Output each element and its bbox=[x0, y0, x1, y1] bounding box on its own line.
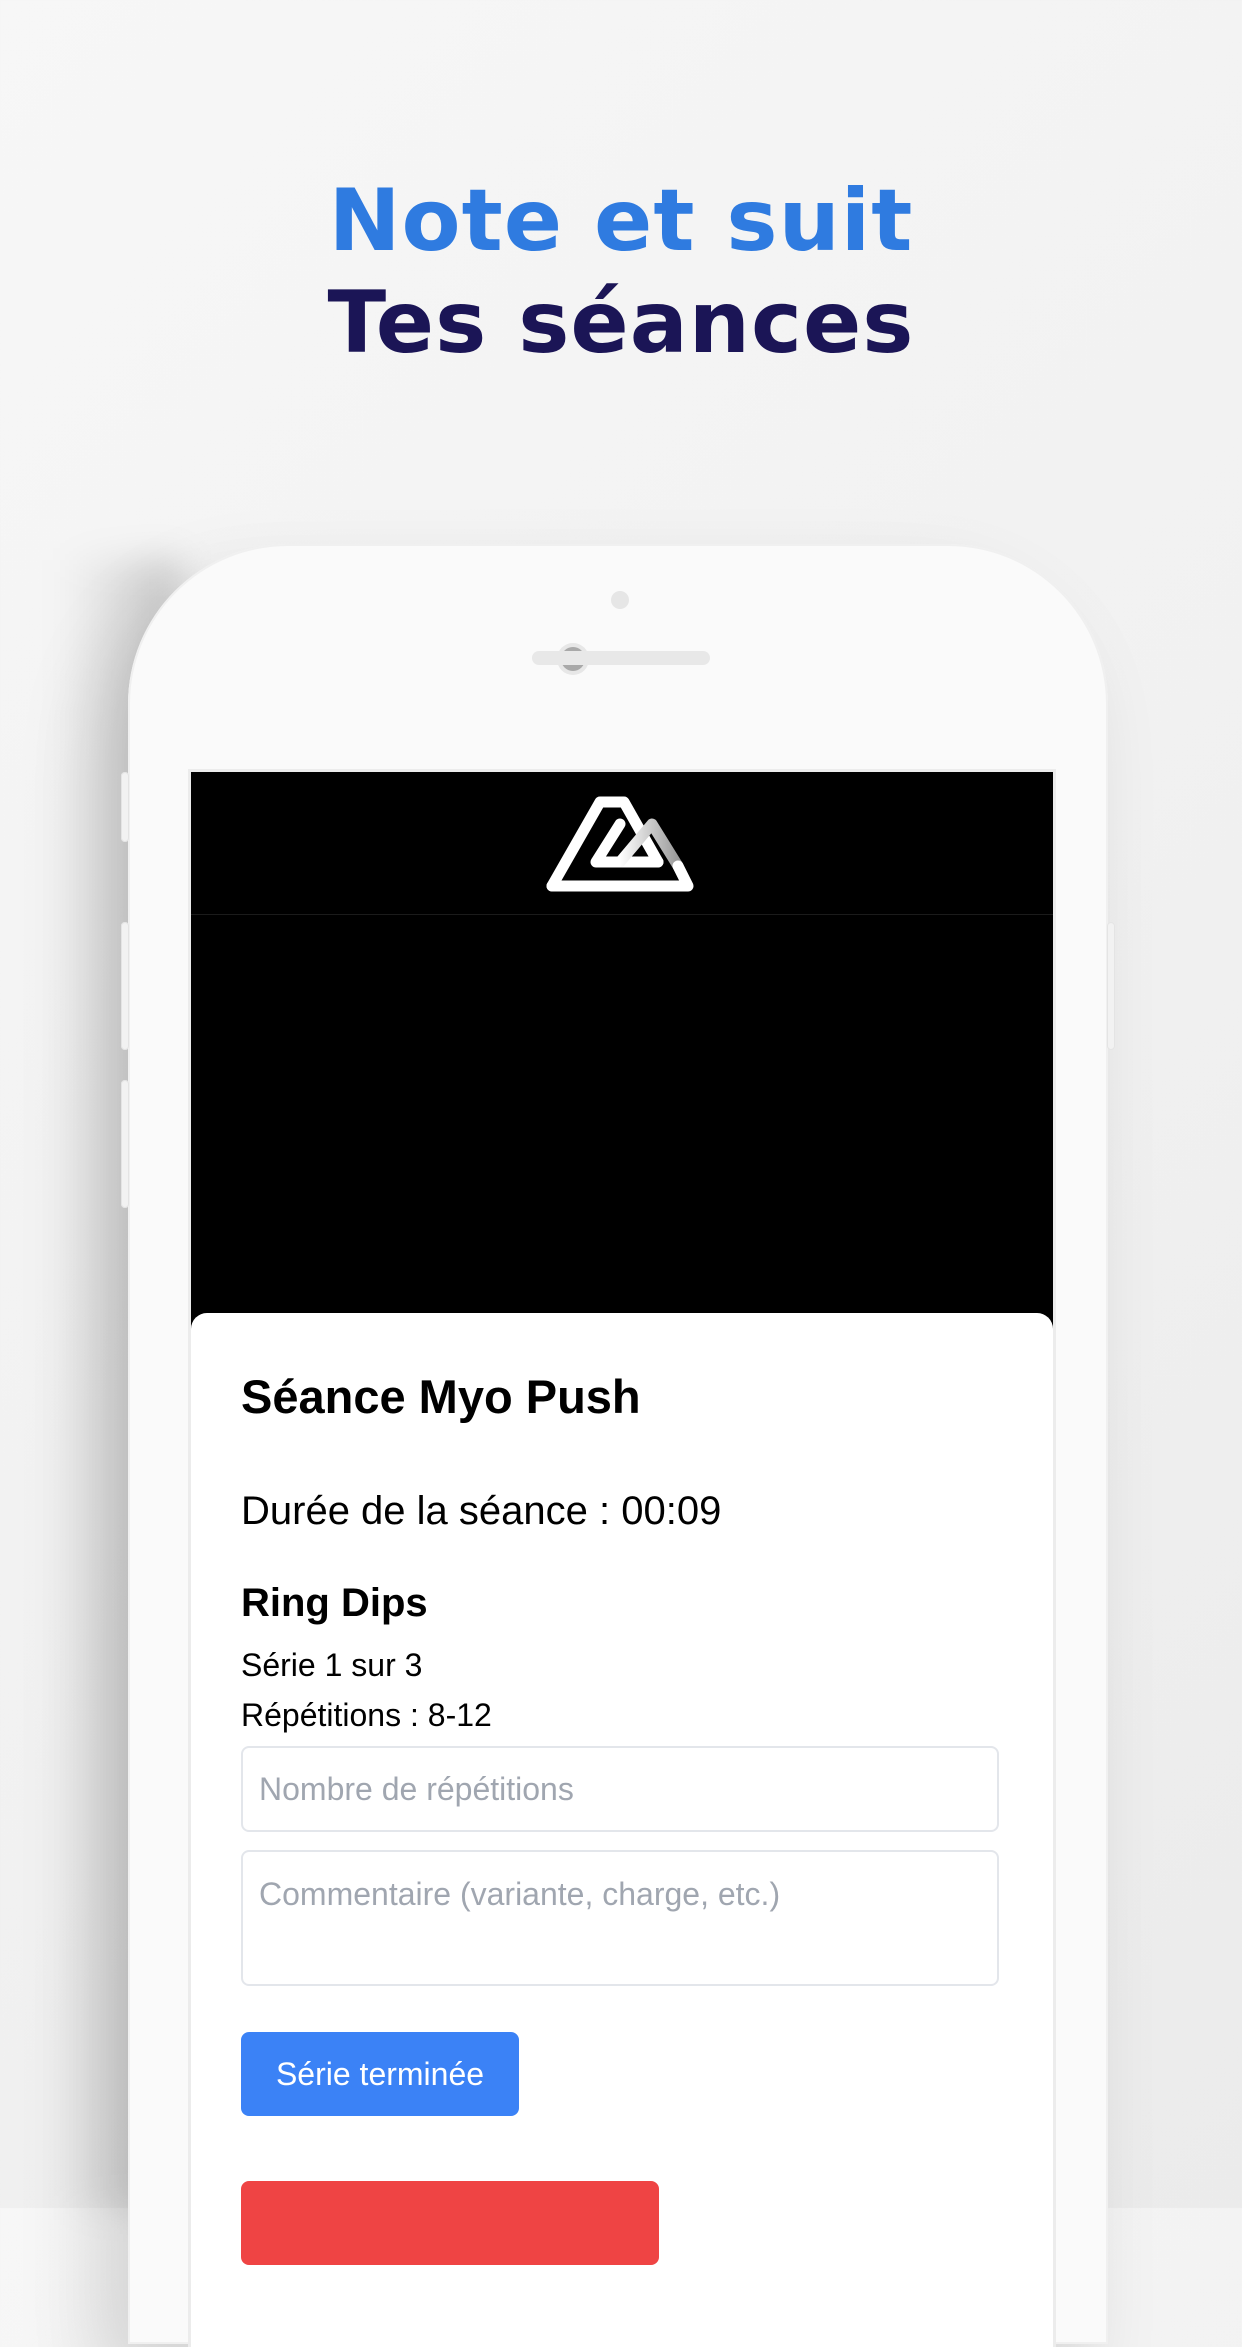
reps-input[interactable] bbox=[241, 1746, 999, 1832]
phone-frame: Séance Myo Push Durée de la séance : 00:… bbox=[121, 544, 1115, 2347]
session-title: Séance Myo Push bbox=[241, 1370, 641, 1423]
promo-headline: Note et suit Tes séances bbox=[0, 170, 1242, 374]
duration-label: Durée de la séance : bbox=[241, 1489, 611, 1533]
reps-target: Répétitions : 8-12 bbox=[241, 1697, 492, 1733]
session-duration: Durée de la séance : 00:09 bbox=[241, 1489, 721, 1534]
headline-line-2: Tes séances bbox=[327, 273, 915, 373]
session-card: Séance Myo Push Durée de la séance : 00:… bbox=[191, 1313, 1053, 2347]
phone-sensor bbox=[611, 591, 629, 609]
phone-volume-up-button bbox=[121, 922, 129, 1050]
phone-speaker bbox=[532, 651, 710, 665]
exercise-name: Ring Dips bbox=[241, 1581, 428, 1625]
duration-value: 00:09 bbox=[621, 1489, 722, 1533]
serie-done-button[interactable]: Série terminée bbox=[241, 2032, 519, 2116]
app-header bbox=[191, 772, 1053, 915]
phone-mute-switch bbox=[121, 772, 129, 842]
phone-screen: Séance Myo Push Durée de la séance : 00:… bbox=[188, 769, 1056, 2347]
phone-power-button bbox=[1107, 922, 1115, 1050]
headline-line-1: Note et suit bbox=[328, 171, 914, 271]
comment-textarea[interactable] bbox=[241, 1850, 999, 1986]
phone-volume-down-button bbox=[121, 1080, 129, 1208]
red-action-button[interactable] bbox=[241, 2181, 659, 2265]
series-counter: Série 1 sur 3 bbox=[241, 1647, 423, 1683]
cm-mountain-logo-icon bbox=[546, 796, 694, 892]
